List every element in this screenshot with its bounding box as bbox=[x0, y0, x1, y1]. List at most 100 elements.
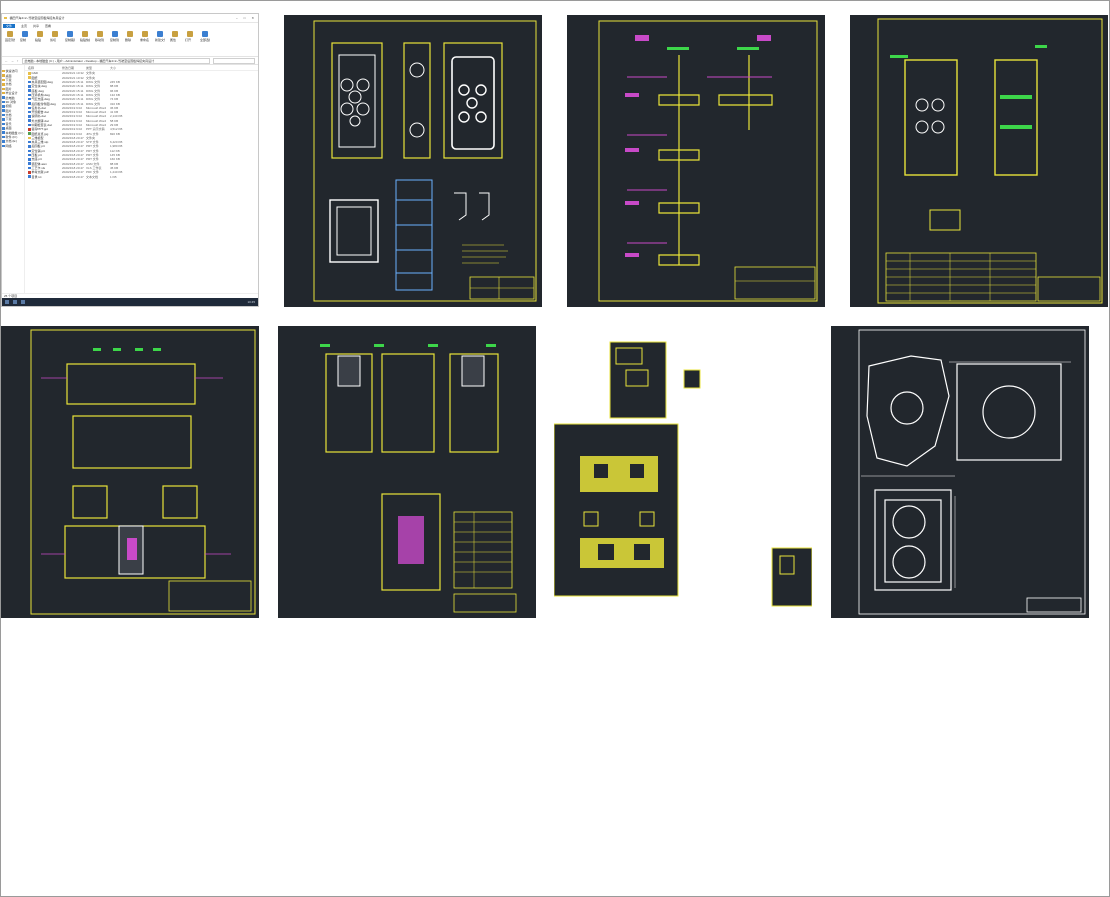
ribbon-button[interactable]: 全部选择 bbox=[200, 31, 210, 54]
ribbon-button[interactable]: 新建文件夹 bbox=[155, 31, 165, 54]
ribbon-button[interactable]: 复制 bbox=[20, 31, 30, 54]
column-name[interactable]: 名称 bbox=[25, 66, 62, 70]
cad-drawing-assembly-svg bbox=[850, 15, 1108, 307]
ribbon-label: 复制到 bbox=[110, 38, 120, 42]
nav-item-label: 网络 bbox=[5, 143, 12, 148]
nav-item-label: 桌面 bbox=[5, 126, 12, 131]
ribbon-button[interactable]: 粘贴 bbox=[35, 31, 45, 54]
nav-item-icon bbox=[2, 127, 5, 130]
nav-item-icon bbox=[2, 109, 5, 112]
nav-item[interactable]: 网络 bbox=[2, 144, 24, 148]
file-icon bbox=[28, 106, 31, 110]
file-type: 文本文档 bbox=[86, 174, 99, 179]
cad-drawing-assembly[interactable] bbox=[850, 15, 1108, 307]
navigation-pane: 快速访问 桌面 下载 文档 图片 毕业设计 此电脑 3D 对象 视频 图片 文档 下载 音乐 桌面 本地磁盘… bbox=[2, 65, 25, 293]
column-date[interactable]: 修改日期 bbox=[62, 66, 86, 70]
nav-item-label: 文档 bbox=[5, 82, 12, 87]
ribbon-icon bbox=[52, 31, 58, 37]
address-bar: ← → ↑ 此电脑 › 本地磁盘 (C:) › 用户 › Administrat… bbox=[2, 57, 258, 65]
ribbon-label: 属性 bbox=[170, 38, 177, 42]
file-icon bbox=[28, 123, 31, 127]
ribbon-button[interactable]: 复制路径 bbox=[65, 31, 75, 54]
nav-item-label: 毕业设计 bbox=[5, 91, 18, 96]
file-row[interactable]: 目录.txt 2020/4/18 20:47 文本文档 1 KB bbox=[25, 174, 258, 179]
ribbon-icon bbox=[112, 31, 118, 37]
ribbon-icon bbox=[172, 31, 178, 37]
file-icon bbox=[28, 162, 31, 165]
column-type[interactable]: 类型 bbox=[86, 66, 110, 70]
file-date: 2020/4/18 20:47 bbox=[62, 174, 84, 179]
file-name-cell: 目录.txt bbox=[25, 175, 62, 179]
cad-drawing-plate-svg bbox=[284, 15, 542, 307]
minimize-icon[interactable]: – bbox=[236, 16, 238, 20]
ribbon-button[interactable]: 复制到 bbox=[110, 31, 120, 54]
nav-item-label: 此电脑 bbox=[5, 95, 15, 100]
nav-item-icon bbox=[2, 69, 5, 73]
folder-icon bbox=[28, 136, 31, 140]
column-size[interactable]: 大小 bbox=[110, 66, 128, 70]
ribbon-icon bbox=[22, 31, 28, 37]
menu-file[interactable]: 文件 bbox=[3, 24, 16, 28]
cad-drawing-sections[interactable] bbox=[567, 15, 825, 307]
file-icon bbox=[28, 97, 31, 101]
menu-share[interactable]: 共享 bbox=[33, 24, 39, 28]
ribbon-label: 新建文件夹 bbox=[155, 38, 165, 42]
ribbon-icon bbox=[97, 31, 103, 37]
file-icon bbox=[28, 166, 31, 170]
menu-view[interactable]: 查看 bbox=[45, 24, 51, 28]
search-input[interactable] bbox=[213, 57, 255, 64]
ribbon-label: 重命名 bbox=[140, 38, 150, 42]
nav-item-label: 下载 bbox=[5, 117, 12, 122]
ribbon-label: 复制路径 bbox=[65, 38, 75, 42]
maximize-icon[interactable]: □ bbox=[244, 16, 246, 20]
up-icon[interactable]: ↑ bbox=[17, 59, 19, 63]
taskbar: 10:45 bbox=[2, 298, 258, 306]
ribbon-button[interactable]: 剪切 bbox=[50, 31, 60, 54]
cad-drawing-multi-sheet[interactable] bbox=[554, 340, 812, 618]
cad-drawing-plate[interactable] bbox=[284, 15, 542, 307]
ribbon-button[interactable]: 重命名 bbox=[140, 31, 150, 54]
ribbon-icon bbox=[142, 31, 148, 37]
cad-drawing-casting[interactable] bbox=[831, 326, 1089, 618]
close-icon[interactable]: ✕ bbox=[251, 16, 254, 20]
address-path[interactable]: 此电脑 › 本地磁盘 (C:) › 用户 › Administrator › D… bbox=[21, 57, 210, 64]
ribbon-button[interactable]: 打开 bbox=[185, 31, 195, 54]
ribbon-label: 粘贴快捷方式 bbox=[80, 38, 90, 42]
ribbon-label: 删除 bbox=[125, 38, 132, 42]
file-explorer-window[interactable]: 福田汽车4×2~驾驶室后围板焊接夹具设计 – □ ✕ 文件 主页 共享 查看 固… bbox=[1, 13, 259, 307]
screenshot-frame: 福田汽车4×2~驾驶室后围板焊接夹具设计 – □ ✕ 文件 主页 共享 查看 固… bbox=[0, 0, 1110, 897]
file-icon bbox=[28, 158, 31, 161]
ribbon-button[interactable]: 删除 bbox=[125, 31, 135, 54]
nav-item-icon bbox=[2, 87, 5, 90]
pdf-icon bbox=[28, 128, 31, 131]
menu-home[interactable]: 主页 bbox=[21, 24, 27, 28]
cad-drawing-three-views-svg bbox=[278, 326, 536, 618]
pdf-icon bbox=[28, 171, 31, 174]
folder-icon bbox=[4, 16, 7, 20]
nav-item-icon bbox=[2, 140, 5, 143]
folder-icon bbox=[28, 72, 31, 75]
taskbar-clock: 10:45 bbox=[247, 300, 255, 304]
nav-item-icon bbox=[2, 105, 5, 108]
file-icon bbox=[28, 102, 31, 105]
ribbon-button[interactable]: 移动到 bbox=[95, 31, 105, 54]
cad-drawing-sections-svg bbox=[567, 15, 825, 307]
ribbon-icon bbox=[187, 31, 193, 37]
nav-item-icon bbox=[2, 100, 5, 104]
back-icon[interactable]: ← bbox=[5, 59, 8, 63]
ribbon-button[interactable]: 固定到快速访问 bbox=[5, 31, 15, 54]
cad-drawing-three-views[interactable] bbox=[278, 326, 536, 618]
search-icon[interactable] bbox=[13, 300, 17, 304]
nav-item-icon bbox=[2, 74, 5, 77]
cad-drawing-fixture-plan[interactable] bbox=[1, 326, 259, 618]
explorer-icon[interactable] bbox=[21, 300, 25, 304]
forward-icon[interactable]: → bbox=[11, 59, 14, 63]
start-icon[interactable] bbox=[5, 300, 9, 304]
ribbon-button[interactable]: 属性 bbox=[170, 31, 180, 54]
cad-drawing-casting-svg bbox=[831, 326, 1089, 618]
ribbon-label: 全部选择 bbox=[200, 38, 210, 42]
ribbon-label: 移动到 bbox=[95, 38, 105, 42]
ribbon-button[interactable]: 粘贴快捷方式 bbox=[80, 31, 90, 54]
file-icon bbox=[28, 110, 31, 114]
nav-item-icon bbox=[2, 113, 5, 117]
